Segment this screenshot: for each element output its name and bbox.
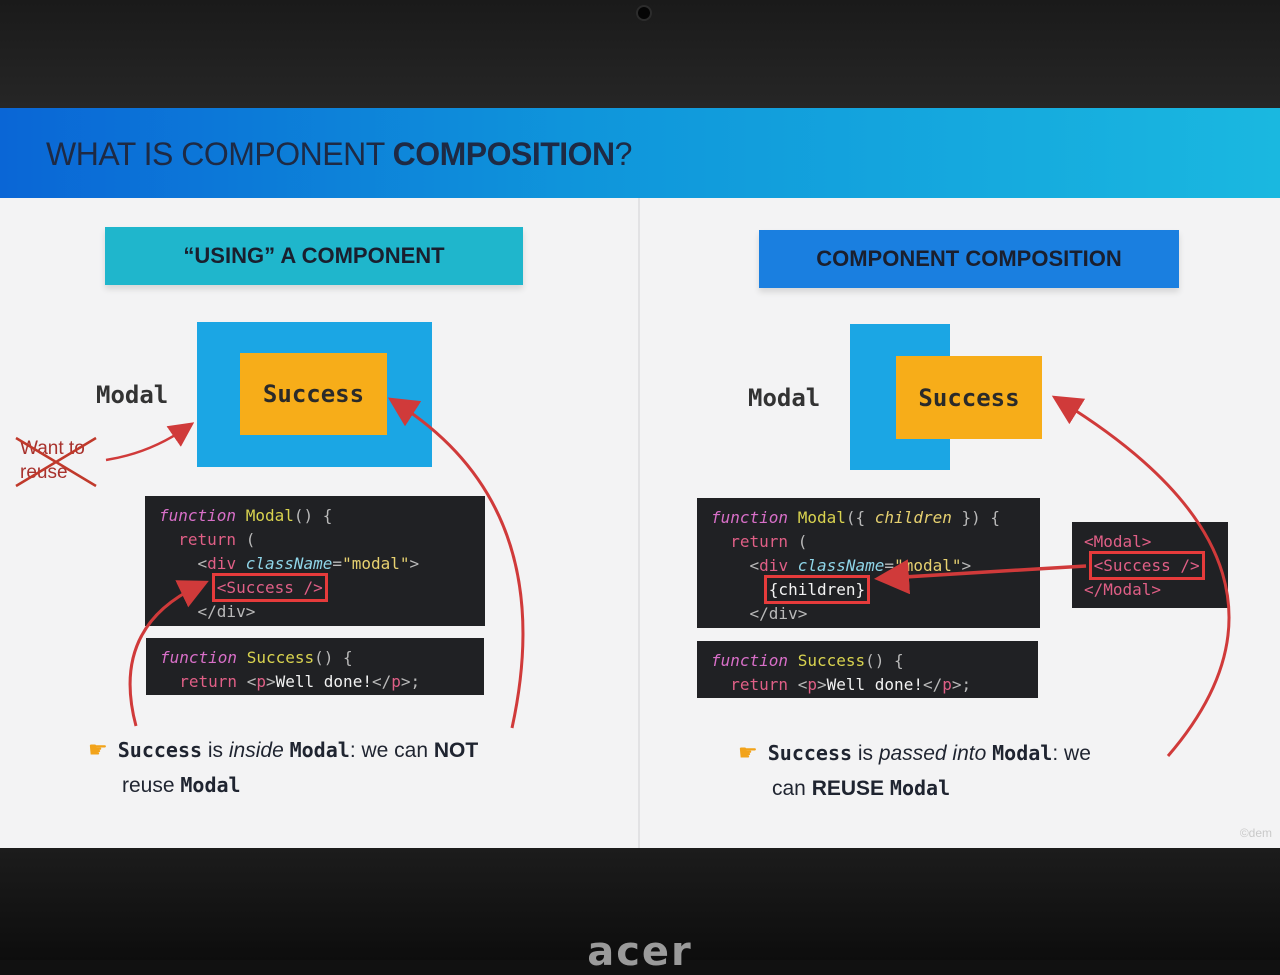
laptop-bezel-top	[0, 0, 1280, 108]
want-reuse-arrow	[105, 422, 195, 462]
right-success-arrow	[1051, 395, 1231, 757]
left-note-arrow	[128, 580, 209, 727]
annotation-arrows	[15, 395, 1231, 757]
slide-screen: WHAT IS COMPONENT COMPOSITION? “USING” A…	[0, 108, 1280, 848]
laptop-brand-logo: acer	[587, 929, 693, 975]
children-arrow	[874, 559, 1087, 595]
left-success-arrow	[387, 397, 525, 729]
webcam-icon	[638, 7, 650, 19]
